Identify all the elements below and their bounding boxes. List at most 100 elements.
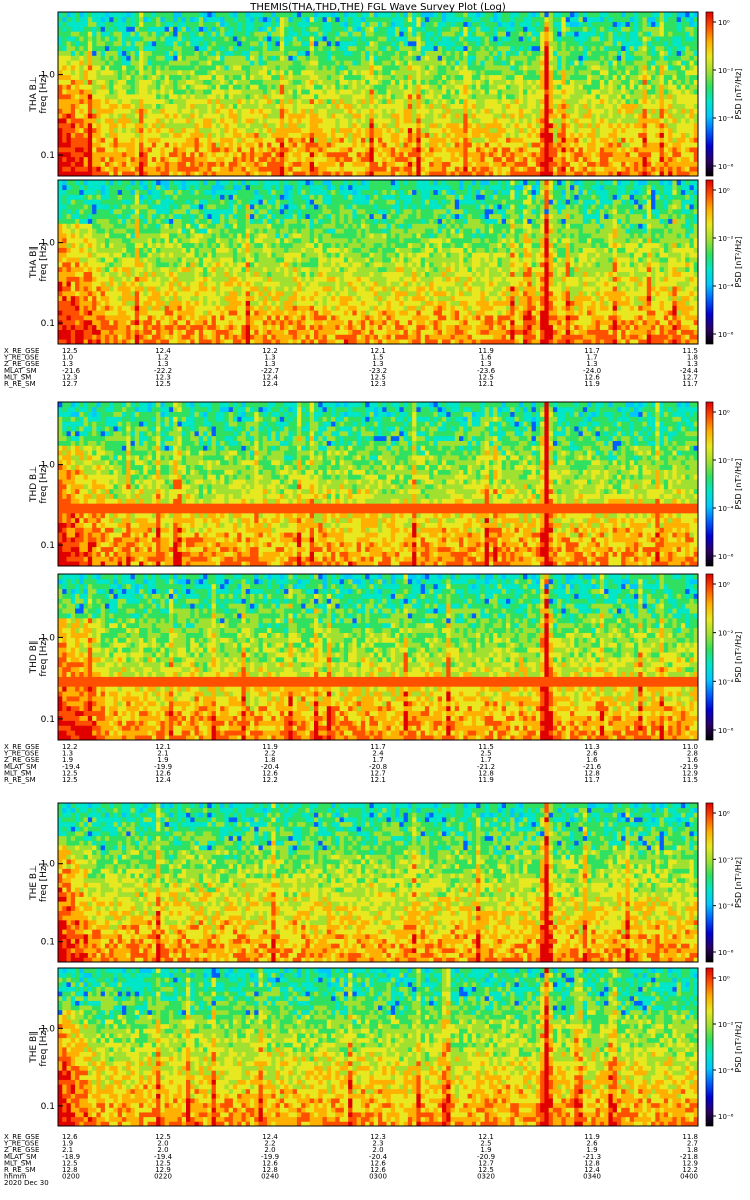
spectrogram-cell — [450, 55, 456, 61]
spectrogram-cell — [96, 69, 102, 76]
spectrogram-cell — [348, 74, 353, 80]
spectrogram-cell — [113, 122, 119, 129]
spectrogram-cell — [642, 60, 648, 66]
spectrogram-cell — [177, 50, 183, 56]
spectrogram-cell — [215, 161, 221, 167]
spectrogram-cell — [629, 156, 635, 162]
spectrogram-cell — [429, 113, 434, 119]
spectrogram-cell — [506, 127, 511, 133]
spectrogram-cell — [262, 156, 268, 162]
spectrogram-cell — [420, 166, 426, 172]
spectrogram-cell — [625, 21, 631, 27]
spectrogram-cell — [638, 103, 643, 109]
spectrogram-cell — [348, 142, 353, 148]
spectrogram-cell — [279, 79, 285, 85]
spectrogram-cell — [250, 31, 255, 37]
spectrogram-cell — [668, 12, 673, 18]
spectrogram-cell — [292, 127, 298, 133]
spectrogram-cell — [279, 16, 285, 23]
spectrogram-cell — [373, 55, 379, 61]
spectrogram-cell — [301, 74, 306, 80]
spectrogram-cell — [544, 89, 550, 95]
spectrogram-cell — [574, 65, 579, 71]
spectrogram-cell — [70, 36, 76, 42]
spectrogram-cell — [113, 55, 119, 61]
spectrogram-cell — [352, 132, 358, 138]
spectrogram-cell — [309, 161, 315, 167]
spectrogram-cell — [493, 69, 498, 76]
spectrogram-cell — [301, 65, 306, 71]
spectrogram-cell — [412, 151, 417, 158]
spectrogram-cell — [659, 40, 665, 47]
spectrogram-cell — [87, 12, 93, 18]
spectrogram-cell — [608, 74, 614, 80]
spectrogram-cell — [109, 60, 114, 66]
spectrogram-cell — [403, 166, 409, 172]
spectrogram-cell — [369, 40, 375, 47]
spectrogram-cell — [433, 55, 439, 61]
spectrogram-cell — [322, 103, 328, 109]
spectrogram-cell — [608, 137, 614, 143]
spectrogram-cell — [378, 89, 383, 95]
spectrogram-cell — [540, 55, 545, 61]
spectrogram-cell — [488, 12, 494, 18]
spectrogram-cell — [668, 89, 673, 95]
spectrogram-cell — [446, 69, 451, 76]
spectrogram-cell — [96, 74, 102, 80]
spectrogram-cell — [254, 40, 259, 47]
spectrogram-cell — [126, 84, 131, 90]
spectrogram-cell — [506, 108, 511, 114]
spectrogram-cell — [211, 108, 217, 114]
spectrogram-cell — [531, 16, 537, 23]
spectrogram-cell — [296, 137, 302, 143]
spectrogram-cell — [296, 21, 302, 27]
spectrogram-cell — [335, 16, 340, 23]
spectrogram-cell — [450, 50, 456, 56]
spectrogram-cell — [659, 103, 665, 109]
spectrogram-cell — [66, 65, 72, 71]
spectrogram-cell — [454, 127, 460, 133]
spectrogram-cell — [424, 26, 430, 32]
spectrogram-cell — [548, 156, 554, 162]
spectrogram-cell — [151, 122, 157, 129]
spectrogram-cell — [480, 103, 486, 109]
spectrogram-cell — [429, 31, 434, 37]
spectrogram-cell — [139, 60, 144, 66]
spectrogram-cell — [220, 151, 225, 158]
spectrogram-cell — [527, 69, 532, 76]
spectrogram-cell — [488, 40, 494, 47]
spectrogram-cell — [668, 36, 673, 42]
spectrogram-cell — [250, 74, 255, 80]
spectrogram-cell — [309, 65, 315, 71]
spectrogram-cell — [262, 74, 268, 80]
spectrogram-cell — [326, 55, 332, 61]
spectrogram-cell — [595, 127, 601, 133]
spectrogram-cell — [646, 89, 652, 95]
spectrogram-cell — [390, 36, 396, 42]
spectrogram-cell — [390, 74, 396, 80]
spectrogram-cell — [104, 26, 110, 32]
spectrogram-cell — [412, 137, 417, 143]
spectrogram-cell — [471, 142, 477, 148]
spectrogram-cell — [386, 103, 392, 109]
spectrogram-cell — [480, 79, 486, 85]
spectrogram-cell — [561, 69, 567, 76]
spectrogram-cell — [275, 98, 281, 105]
spectrogram-cell — [339, 161, 345, 167]
spectrogram-cell — [497, 60, 503, 66]
spectrogram-cell — [160, 156, 166, 162]
spectrogram-cell — [284, 40, 289, 47]
spectrogram-cell — [599, 21, 605, 27]
spectrogram-cell — [369, 69, 375, 76]
spectrogram-cell — [437, 40, 443, 47]
spectrogram-cell — [87, 113, 93, 119]
spectrogram-cell — [540, 12, 545, 18]
spectrogram-cell — [629, 12, 635, 18]
spectrogram-cell — [527, 65, 532, 71]
spectrogram-cell — [156, 98, 161, 105]
spectrogram-cell — [437, 36, 443, 42]
spectrogram-cell — [211, 147, 217, 153]
spectrogram-cell — [527, 45, 532, 51]
spectrogram-cell — [279, 74, 285, 80]
spectrogram-cell — [608, 151, 614, 158]
